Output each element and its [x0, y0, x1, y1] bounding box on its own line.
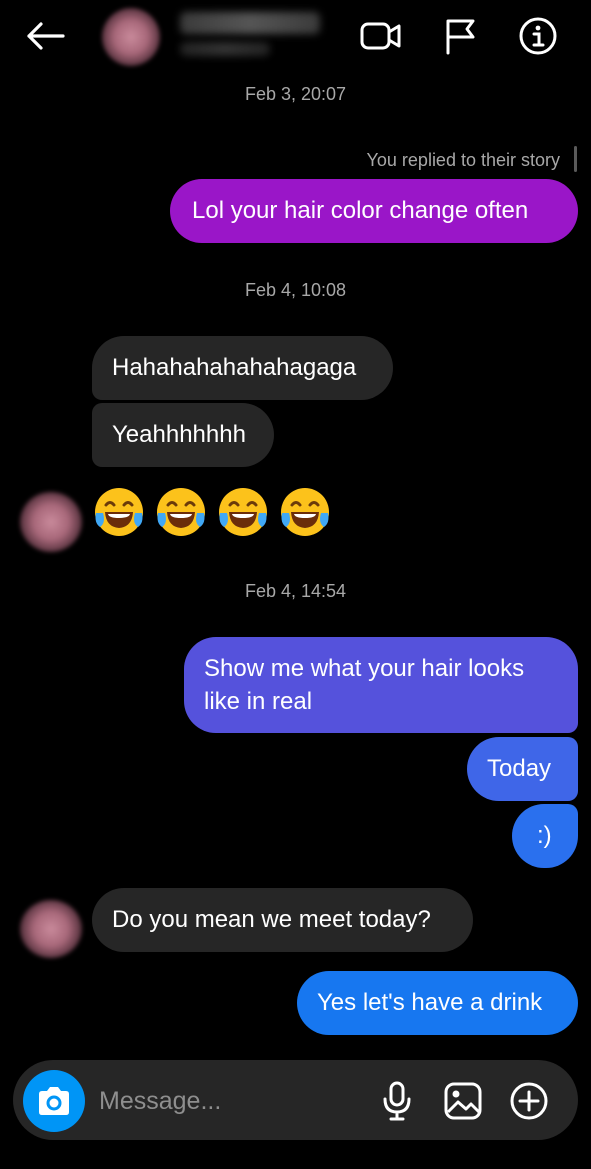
sent-message[interactable]: Yes let's have a drink — [297, 971, 578, 1035]
sent-message[interactable]: Show me what your hair looks like in rea… — [184, 637, 578, 733]
laughing-tears-emoji-icon — [95, 488, 143, 536]
sender-avatar[interactable] — [20, 492, 82, 552]
flag-icon[interactable] — [440, 14, 480, 58]
sent-message[interactable]: Lol your hair color change often — [170, 179, 578, 243]
camera-icon — [39, 1087, 69, 1115]
contact-username — [180, 42, 270, 56]
story-reply-bar — [574, 146, 577, 172]
received-message[interactable]: Yeahhhhhhh — [92, 403, 274, 467]
sent-message[interactable]: Today — [467, 737, 578, 801]
timestamp: Feb 4, 10:08 — [244, 280, 347, 300]
received-message[interactable]: Do you mean we meet today? — [92, 888, 473, 952]
laughing-tears-emoji-icon — [157, 488, 205, 536]
info-icon[interactable] — [516, 14, 560, 58]
sent-message[interactable]: :) — [512, 804, 578, 868]
microphone-icon[interactable] — [377, 1080, 417, 1122]
laughing-tears-emoji-icon — [281, 488, 329, 536]
emoji-message[interactable] — [92, 485, 332, 539]
laughing-tears-emoji-icon — [219, 488, 267, 536]
video-camera-icon[interactable] — [358, 16, 404, 56]
camera-button[interactable] — [23, 1070, 85, 1132]
plus-circle-icon[interactable] — [507, 1079, 551, 1123]
image-gallery-icon[interactable] — [441, 1079, 485, 1123]
message-input[interactable] — [99, 1084, 349, 1118]
message-line: Show me what your hair looks — [204, 655, 525, 682]
sender-avatar[interactable] — [20, 900, 82, 958]
contact-avatar[interactable] — [102, 8, 160, 66]
back-arrow-icon[interactable] — [22, 16, 68, 56]
story-reply-note: You replied to their story — [366, 150, 560, 170]
message-line: like in real — [204, 688, 313, 715]
timestamp: Feb 3, 20:07 — [244, 84, 347, 104]
message-composer — [13, 1060, 578, 1140]
timestamp: Feb 4, 14:54 — [244, 581, 347, 601]
received-message[interactable]: Hahahahahahahagaga — [92, 336, 393, 400]
contact-name[interactable] — [180, 12, 320, 34]
